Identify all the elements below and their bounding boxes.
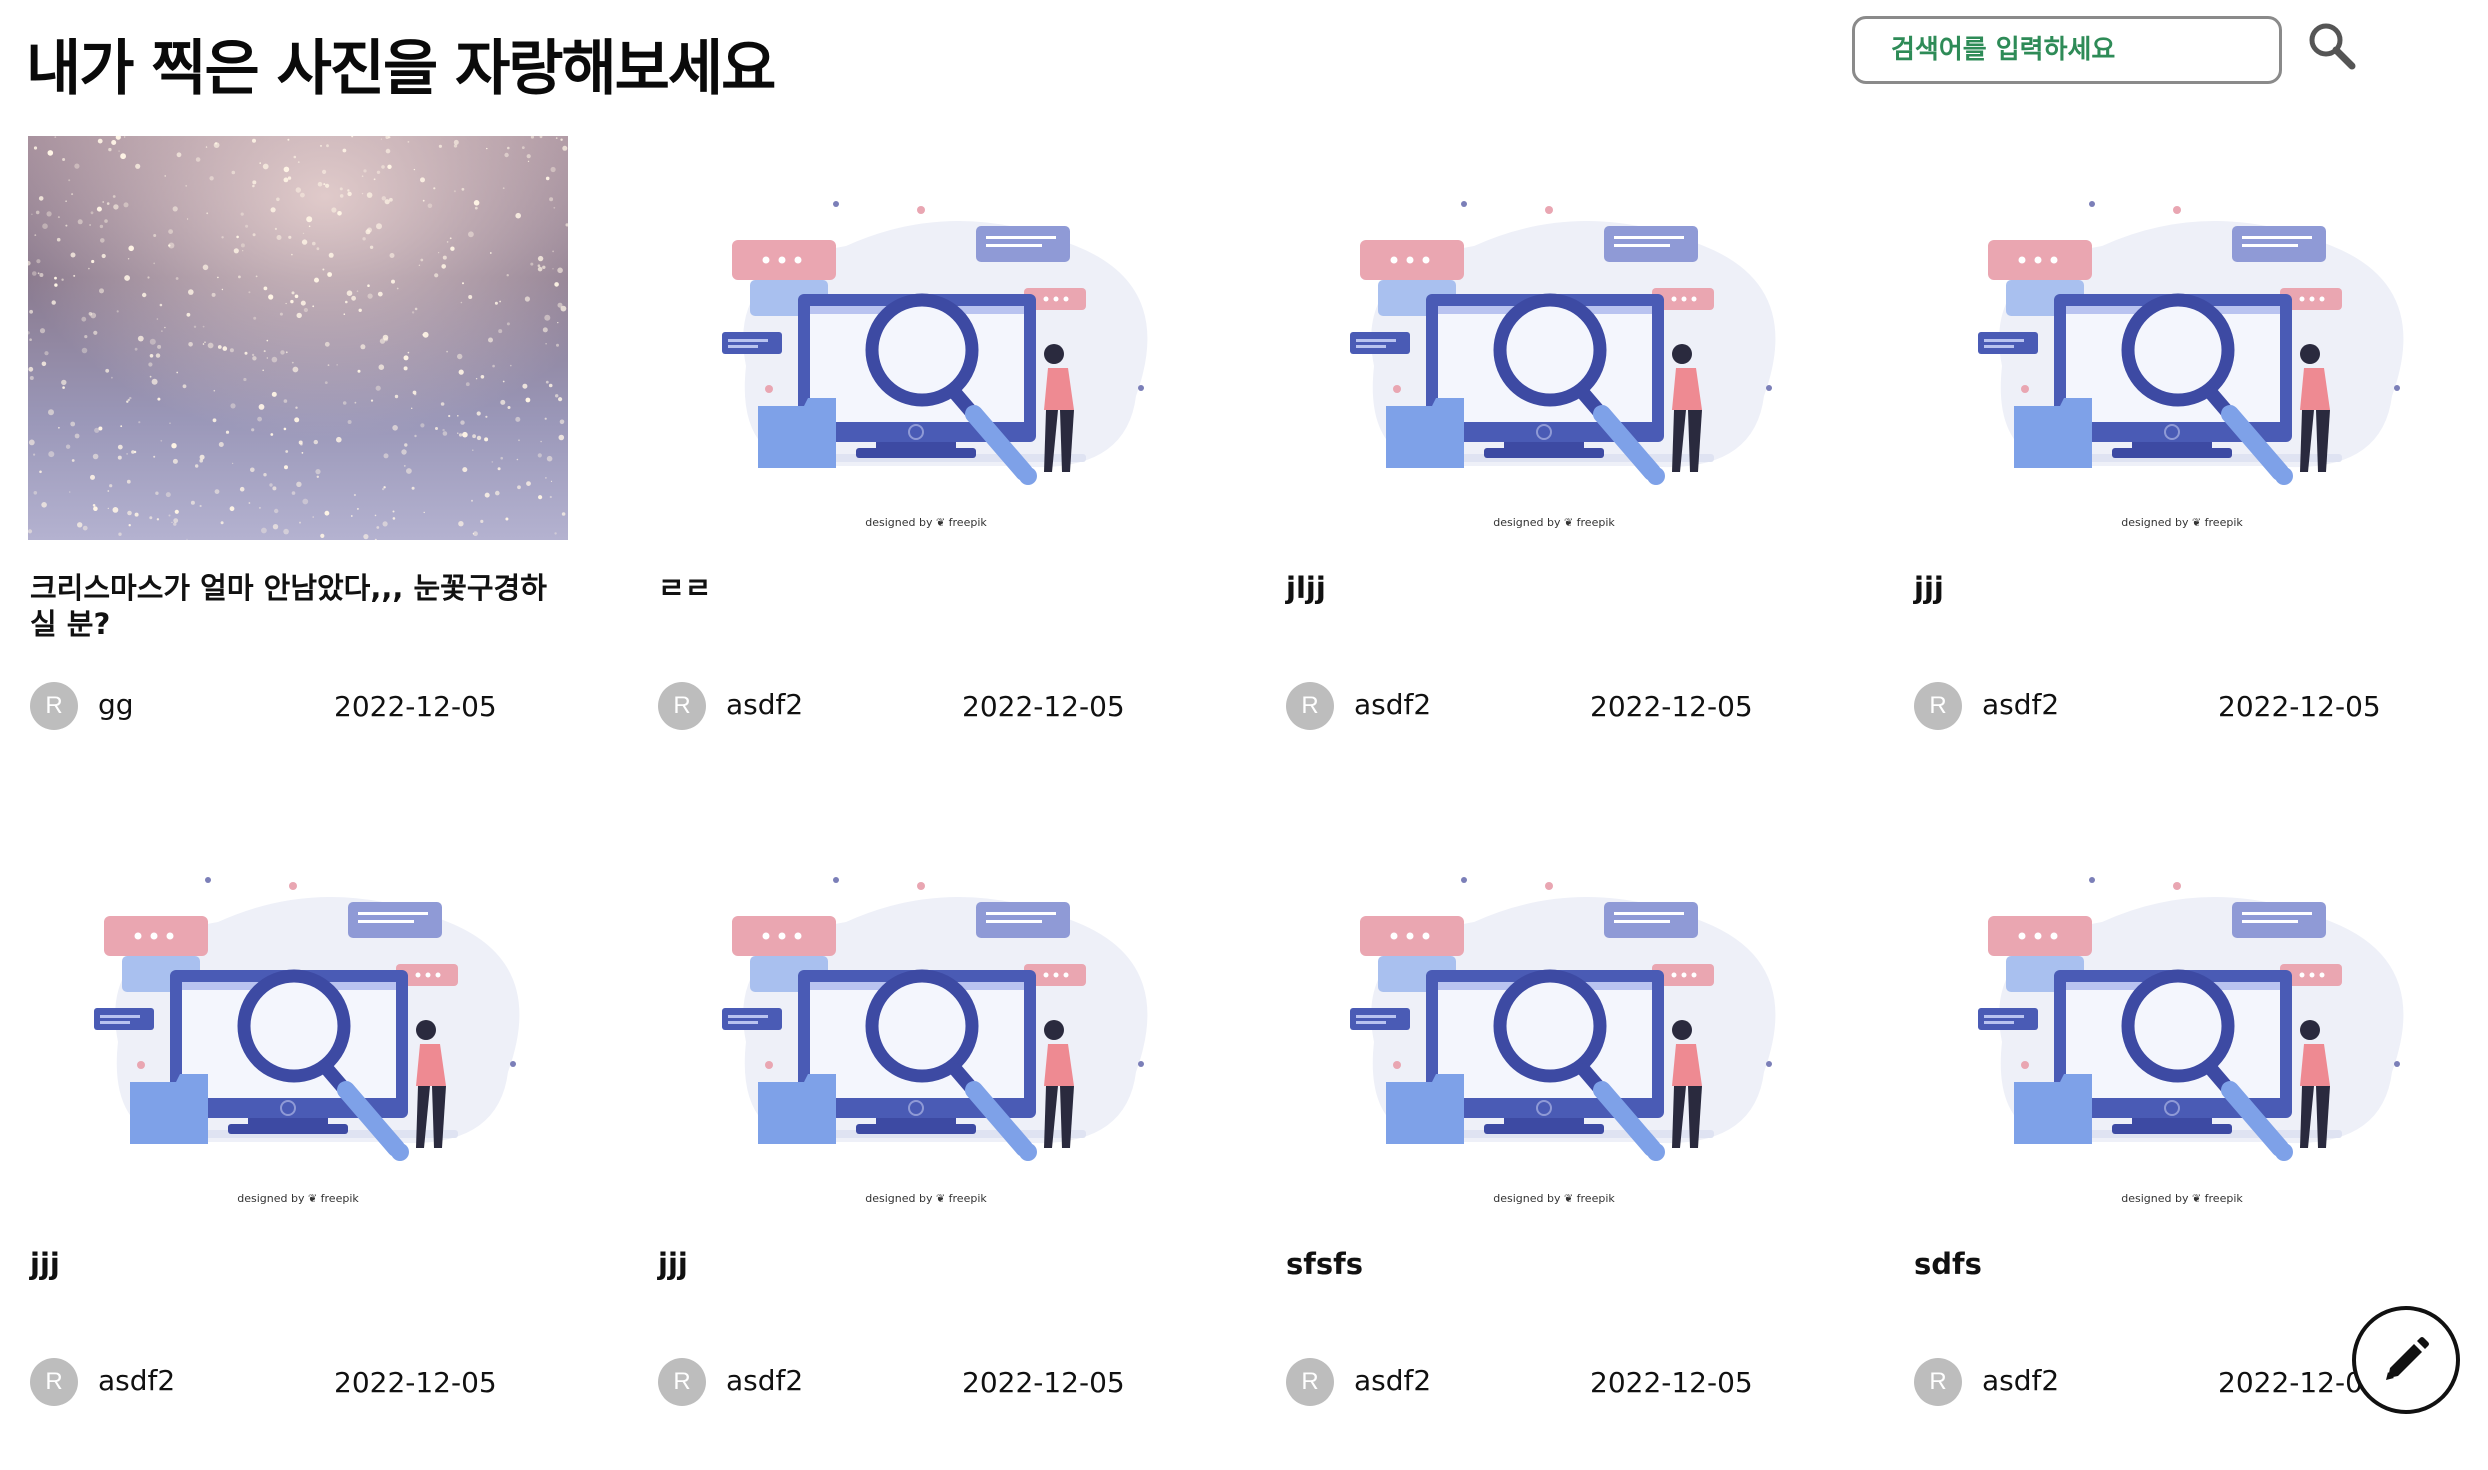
search-illustration: designed by ❦ freepik [1978,201,2404,529]
pencil-icon [2386,1337,2429,1380]
page-title: 내가 찍은 사진을 자랑해보세요 [26,34,776,104]
svg-text:designed by ❦ freepik: designed by ❦ freepik [2121,1192,2243,1205]
post-date: 2022-12-05 [962,690,1125,723]
post-card[interactable]: designed by ❦ freepik jjj R asdf2 2022-1… [656,812,1216,1452]
svg-text:designed by ❦ freepik: designed by ❦ freepik [1493,1192,1615,1205]
search-illustration: designed by ❦ freepik [94,877,520,1205]
post-card[interactable]: designed by ❦ freepik jljj R asdf2 2022-… [1284,136,1844,776]
post-author: asdf2 [1354,1364,1432,1397]
search-illustration: designed by ❦ freepik [1350,877,1776,1205]
avatar: R [658,1358,706,1406]
avatar: R [1914,1358,1962,1406]
post-title[interactable]: jjj [658,1246,1178,1282]
post-card[interactable]: designed by ❦ freepik sfsfs R asdf2 2022… [1284,812,1844,1452]
svg-text:designed by ❦ freepik: designed by ❦ freepik [865,516,987,529]
post-card[interactable]: designed by ❦ freepik ㄹㄹ R asdf2 2022-12… [656,136,1216,776]
avatar: R [30,682,78,730]
post-card[interactable]: designed by ❦ freepik jjj R asdf2 2022-1… [1912,136,2472,776]
post-title[interactable]: ㄹㄹ [658,570,1178,606]
post-title[interactable]: sdfs [1914,1246,2434,1282]
search-input[interactable] [1852,16,2282,84]
snow-photo [28,136,568,540]
avatar: R [1914,682,1962,730]
search-illustration: designed by ❦ freepik [1350,201,1776,529]
post-title[interactable]: sfsfs [1286,1246,1806,1282]
write-post-button[interactable] [2352,1306,2460,1414]
post-thumbnail[interactable]: designed by ❦ freepik [656,136,1196,540]
avatar: R [1286,1358,1334,1406]
svg-text:designed by ❦ freepik: designed by ❦ freepik [1493,516,1615,529]
avatar: R [658,682,706,730]
post-author: asdf2 [1982,688,2060,721]
svg-text:designed by ❦ freepik: designed by ❦ freepik [237,1192,359,1205]
post-thumbnail[interactable]: designed by ❦ freepik [28,812,568,1216]
search-icon [2309,23,2356,70]
svg-text:designed by ❦ freepik: designed by ❦ freepik [2121,516,2243,529]
avatar: R [30,1358,78,1406]
post-date: 2022-12-05 [2218,690,2381,723]
search-button[interactable] [2304,18,2360,74]
post-date: 2022-12-05 [962,1366,1125,1399]
post-card[interactable]: designed by ❦ freepik jjj R asdf2 2022-1… [28,812,588,1452]
search-illustration: designed by ❦ freepik [722,877,1148,1205]
post-thumbnail[interactable]: designed by ❦ freepik [1912,812,2452,1216]
post-date: 2022-12-05 [1590,1366,1753,1399]
post-date: 2022-12-05 [334,1366,497,1399]
post-author: asdf2 [1982,1364,2060,1397]
post-date: 2022-12-05 [1590,690,1753,723]
post-thumbnail[interactable]: designed by ❦ freepik [1284,136,1824,540]
post-thumbnail[interactable]: designed by ❦ freepik [1284,812,1824,1216]
post-thumbnail[interactable]: designed by ❦ freepik [1912,136,2452,540]
post-date: 2022-12-05 [334,690,497,723]
search-illustration: designed by ❦ freepik [722,201,1148,529]
post-thumbnail[interactable]: designed by ❦ freepik [656,812,1196,1216]
post-author: asdf2 [726,688,804,721]
post-title[interactable]: jjj [1914,570,2434,606]
post-card[interactable]: 크리스마스가 얼마 안남았다,,, 눈꽃구경하실 분? R gg 2022-12… [28,136,588,776]
post-title[interactable]: 크리스마스가 얼마 안남았다,,, 눈꽃구경하실 분? [30,570,550,642]
svg-text:designed by ❦ freepik: designed by ❦ freepik [865,1192,987,1205]
post-author: asdf2 [726,1364,804,1397]
post-title[interactable]: jjj [30,1246,550,1282]
post-author: gg [98,688,134,721]
post-thumbnail[interactable] [28,136,568,540]
post-title[interactable]: jljj [1286,570,1806,606]
search-illustration: designed by ❦ freepik [1978,877,2404,1205]
avatar: R [1286,682,1334,730]
post-author: asdf2 [98,1364,176,1397]
post-author: asdf2 [1354,688,1432,721]
